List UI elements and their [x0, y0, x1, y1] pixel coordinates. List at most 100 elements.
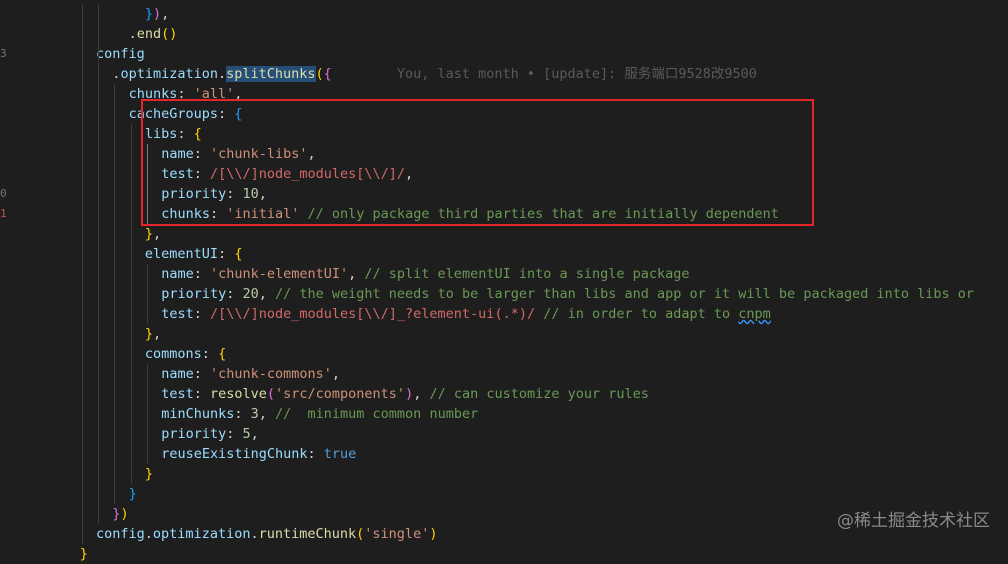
code-line[interactable]: config: [96, 44, 145, 64]
code-line[interactable]: config.optimization.runtimeChunk('single…: [96, 524, 437, 544]
code-token: ,: [250, 426, 259, 442]
code-token: .: [144, 526, 153, 542]
watermark: @稀土掘金技术社区: [837, 511, 990, 531]
indent-guide: [147, 264, 148, 324]
indent-guide: [147, 364, 148, 464]
code-token: test: [161, 306, 194, 322]
code-token: runtimeChunk: [258, 526, 357, 542]
code-token: splitChunks: [226, 66, 316, 82]
code-token: :: [226, 426, 243, 442]
code-token: // split elementUI into a single package: [364, 266, 690, 282]
code-token: minChunks: [161, 406, 235, 422]
code-line[interactable]: .optimization.splitChunks({ You, last mo…: [112, 64, 757, 84]
code-token: 20: [242, 286, 259, 302]
code-token: }: [144, 6, 154, 22]
code-token: priority: [161, 426, 227, 442]
code-token: }: [79, 546, 88, 562]
code-token: {: [323, 66, 332, 82]
code-token: You, last month • [update]: 服务端口9528改950…: [331, 66, 757, 82]
code-line[interactable]: }: [129, 484, 137, 504]
code-token: :: [218, 246, 235, 262]
indent-guide: [114, 84, 115, 504]
code-token: // the weight needs to be larger than li…: [275, 286, 974, 302]
code-token: resolve: [209, 386, 267, 402]
code-token: 'single': [364, 526, 430, 542]
code-token: end: [136, 26, 162, 42]
code-token: }: [144, 466, 154, 482]
code-token: ,: [413, 386, 430, 402]
code-token: }: [144, 326, 154, 342]
code-line[interactable]: }),: [145, 4, 169, 24]
code-token: ,: [153, 326, 162, 342]
code-line[interactable]: }): [112, 504, 128, 524]
code-token: ,: [348, 266, 365, 282]
code-token: // minimum common number: [275, 406, 479, 422]
code-token: priority: [161, 286, 227, 302]
code-token: /[\\/]node_modules[\\/]_?element-ui(.*)/: [209, 306, 536, 322]
code-token: optimization: [152, 526, 251, 542]
code-line[interactable]: name: 'chunk-commons',: [161, 364, 340, 384]
code-token: 'src/components': [275, 386, 406, 402]
code-token: config: [96, 46, 145, 62]
code-token: 5: [242, 426, 251, 442]
code-line[interactable]: reuseExistingChunk: true: [161, 444, 356, 464]
code-token: ): [405, 386, 414, 402]
code-token: ,: [153, 226, 162, 242]
code-token: }: [128, 486, 137, 502]
code-editor[interactable]: }), .end() config .optimization.splitChunks…: [0, 0, 1008, 562]
code-token: commons: [144, 346, 202, 362]
code-token: ,: [331, 366, 341, 382]
code-line[interactable]: }: [80, 544, 88, 564]
code-token: (: [315, 66, 324, 82]
code-token: elementUI: [144, 246, 219, 262]
code-token: ,: [161, 6, 170, 22]
code-token: :: [193, 366, 210, 382]
code-token: ,: [258, 286, 276, 302]
code-token: :: [193, 386, 210, 402]
code-token: :: [226, 286, 243, 302]
code-token: true: [323, 446, 357, 462]
code-token: // can customize your rules: [429, 386, 649, 402]
indent-guide: [98, 4, 99, 524]
code-token: ,: [258, 406, 276, 422]
code-line[interactable]: priority: 5,: [161, 424, 259, 444]
code-line[interactable]: elementUI: {: [145, 244, 243, 264]
code-token: }: [144, 226, 154, 242]
code-token: .: [128, 26, 137, 42]
code-token: .: [250, 526, 259, 542]
code-token: {: [234, 246, 243, 262]
code-token: cnpm: [738, 306, 771, 322]
code-line[interactable]: priority: 20, // the weight needs to be …: [161, 284, 974, 304]
code-token: // in order to adapt to: [543, 306, 739, 322]
code-line[interactable]: },: [145, 224, 161, 244]
code-line[interactable]: test: /[\\/]node_modules[\\/]_?element-u…: [161, 304, 771, 324]
code-token: ): [120, 506, 129, 522]
code-line[interactable]: .end(): [129, 24, 178, 44]
code-token: {: [218, 346, 227, 362]
code-line[interactable]: }: [145, 464, 153, 484]
code-line[interactable]: commons: {: [145, 344, 226, 364]
code-line[interactable]: },: [145, 324, 161, 344]
code-line[interactable]: name: 'chunk-elementUI', // split elemen…: [161, 264, 689, 284]
code-line[interactable]: test: resolve('src/components'), // can …: [161, 384, 649, 404]
code-token: ): [429, 526, 438, 542]
code-token: (: [266, 386, 276, 402]
highlight-box: [141, 99, 814, 226]
code-token: .: [217, 66, 227, 82]
code-token: (): [161, 26, 178, 42]
indent-guide: [82, 4, 83, 544]
code-line[interactable]: minChunks: 3, // minimum common number: [161, 404, 478, 424]
code-token: :: [193, 266, 210, 282]
code-token: 3: [250, 406, 259, 422]
code-token: optimization: [120, 66, 218, 82]
code-token: 'chunk-commons': [209, 366, 332, 382]
code-token: name: [161, 266, 194, 282]
code-token: :: [307, 446, 324, 462]
code-token: 'chunk-elementUI': [209, 266, 349, 282]
code-token: name: [161, 366, 194, 382]
code-token: :: [201, 346, 219, 362]
code-token: :: [193, 306, 210, 322]
code-token: :: [234, 406, 251, 422]
code-token: test: [161, 386, 194, 402]
